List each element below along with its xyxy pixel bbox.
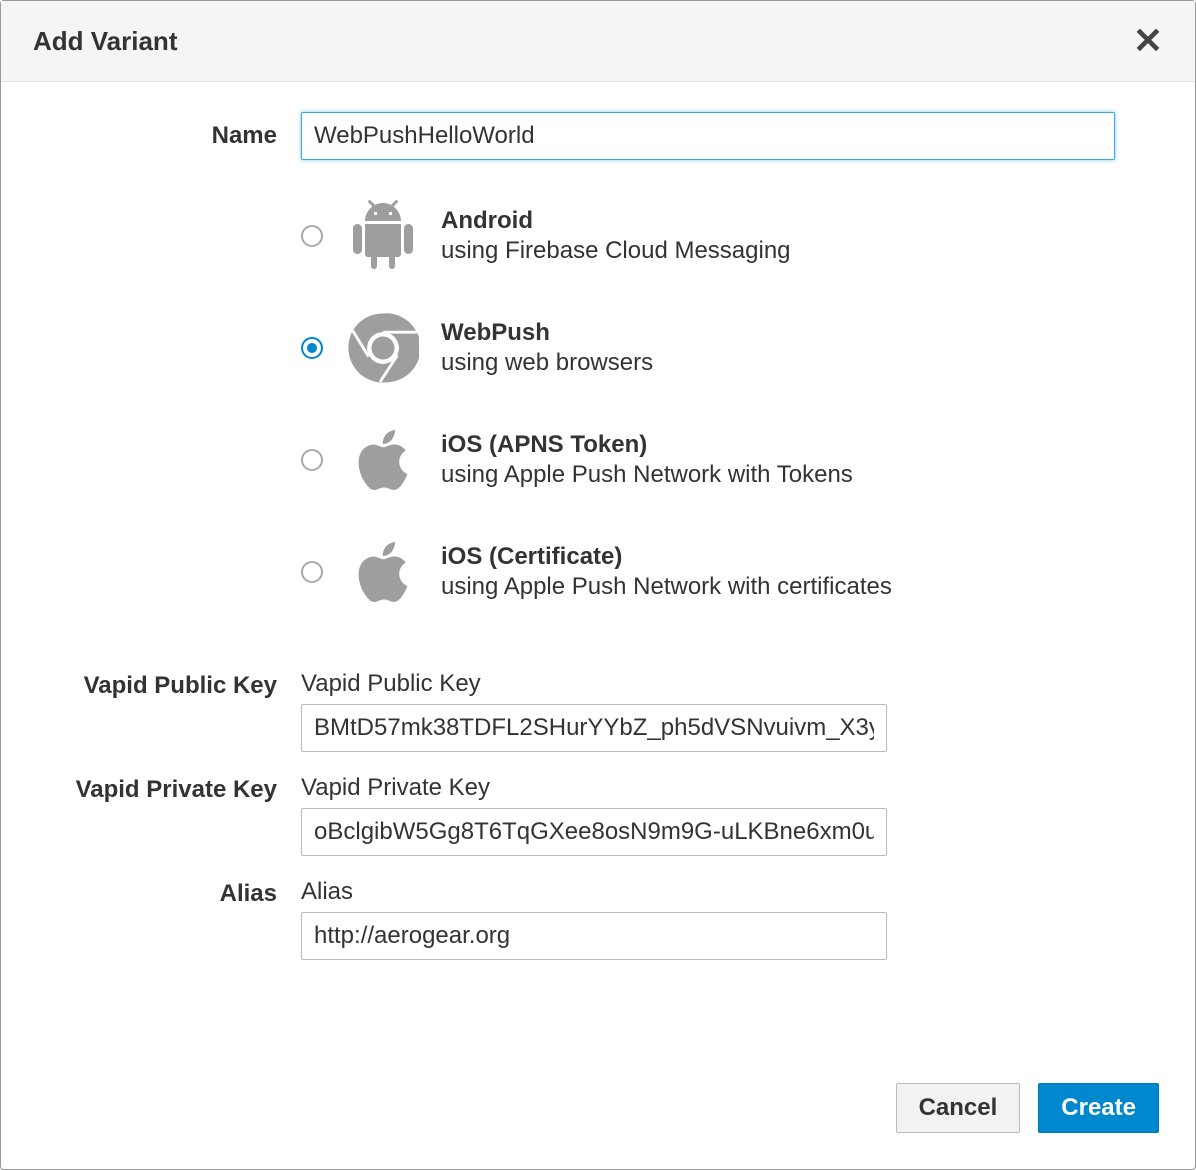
radio-android[interactable] [301, 225, 323, 247]
radio-ios-token[interactable] [301, 449, 323, 471]
vapid-public-label: Vapid Public Key [1, 670, 301, 700]
modal-header: Add Variant ✕ [1, 1, 1195, 82]
option-ios-cert-text: iOS (Certificate) using Apple Push Netwo… [441, 543, 892, 601]
option-ios-cert[interactable]: iOS (Certificate) using Apple Push Netwo… [301, 536, 1115, 608]
modal-body: Name Android using Firebase Cloud Messag… [1, 82, 1195, 1083]
variant-type-spacer [1, 200, 301, 202]
radio-ios-cert[interactable] [301, 561, 323, 583]
variant-options: Android using Firebase Cloud Messaging [301, 200, 1115, 608]
name-field-wrap [301, 112, 1115, 160]
option-android-title: Android [441, 207, 791, 235]
name-input[interactable] [301, 112, 1115, 160]
option-ios-cert-title: iOS (Certificate) [441, 543, 892, 571]
vapid-public-sublabel: Vapid Public Key [301, 670, 1115, 698]
option-ios-cert-subtitle: using Apple Push Network with certificat… [441, 573, 892, 601]
option-ios-token-title: iOS (APNS Token) [441, 431, 853, 459]
vapid-public-input[interactable] [301, 704, 887, 752]
option-ios-token[interactable]: iOS (APNS Token) using Apple Push Networ… [301, 424, 1115, 496]
chrome-icon [347, 312, 419, 384]
apple-icon [347, 424, 419, 496]
option-webpush-text: WebPush using web browsers [441, 319, 653, 377]
option-android-text: Android using Firebase Cloud Messaging [441, 207, 791, 265]
vapid-private-row: Vapid Private Key Vapid Private Key [1, 774, 1115, 856]
alias-wrap: Alias [301, 878, 1115, 960]
alias-row: Alias Alias [1, 878, 1115, 960]
alias-sublabel: Alias [301, 878, 1115, 906]
option-webpush[interactable]: WebPush using web browsers [301, 312, 1115, 384]
create-button[interactable]: Create [1038, 1083, 1159, 1133]
option-android-subtitle: using Firebase Cloud Messaging [441, 237, 791, 265]
modal-footer: Cancel Create [1, 1083, 1195, 1169]
name-label: Name [1, 122, 301, 150]
option-android[interactable]: Android using Firebase Cloud Messaging [301, 200, 1115, 272]
option-webpush-subtitle: using web browsers [441, 349, 653, 377]
vapid-private-input[interactable] [301, 808, 887, 856]
option-ios-token-text: iOS (APNS Token) using Apple Push Networ… [441, 431, 853, 489]
modal-title: Add Variant [33, 26, 177, 57]
vapid-private-label: Vapid Private Key [1, 774, 301, 804]
radio-webpush[interactable] [301, 337, 323, 359]
alias-input[interactable] [301, 912, 887, 960]
vapid-private-sublabel: Vapid Private Key [301, 774, 1115, 802]
variant-type-row: Android using Firebase Cloud Messaging [1, 200, 1115, 648]
vapid-private-wrap: Vapid Private Key [301, 774, 1115, 856]
vapid-public-row: Vapid Public Key Vapid Public Key [1, 670, 1115, 752]
close-icon[interactable]: ✕ [1133, 23, 1163, 59]
alias-label: Alias [1, 878, 301, 908]
option-ios-token-subtitle: using Apple Push Network with Tokens [441, 461, 853, 489]
name-row: Name [1, 112, 1115, 160]
cancel-button[interactable]: Cancel [896, 1083, 1021, 1133]
vapid-public-wrap: Vapid Public Key [301, 670, 1115, 752]
apple-icon [347, 536, 419, 608]
add-variant-modal: Add Variant ✕ Name Android us [0, 0, 1196, 1170]
android-icon [347, 200, 419, 272]
option-webpush-title: WebPush [441, 319, 653, 347]
